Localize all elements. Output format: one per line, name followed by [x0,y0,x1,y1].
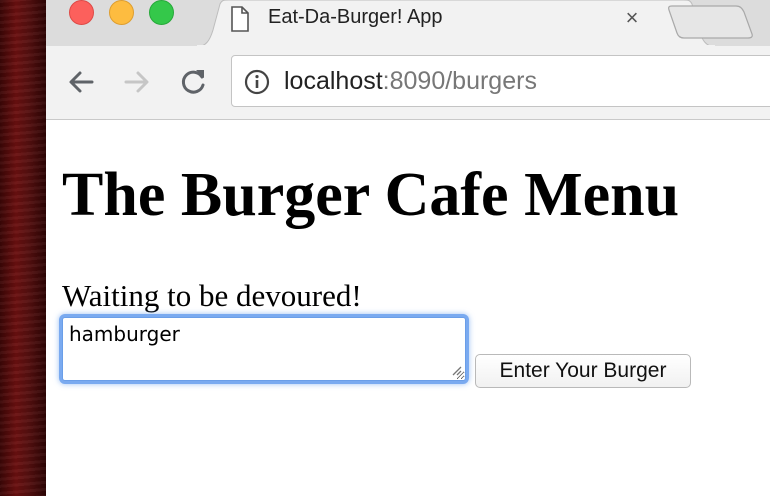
back-arrow-icon[interactable] [65,66,97,98]
browser-toolbar: localhost:8090/burgers [46,46,770,120]
address-bar[interactable]: localhost:8090/burgers [231,55,770,107]
page-title: The Burger Cafe Menu [62,161,680,229]
resize-grip-icon[interactable] [450,364,462,376]
desktop-background [0,0,46,496]
burger-name-input[interactable]: hamburger [62,317,466,381]
page-content: The Burger Cafe Menu Waiting to be devou… [46,120,770,496]
document-icon [230,6,250,37]
tab-title: Eat-Da-Burger! App [268,6,443,28]
reload-icon[interactable] [177,66,209,98]
waiting-label: Waiting to be devoured! [62,278,362,313]
forward-arrow-icon[interactable] [121,66,153,98]
close-tab-icon[interactable]: × [621,7,643,29]
browser-window: Eat-Da-Burger! App × localhost:8090/burg… [46,0,770,496]
close-window-button[interactable] [69,0,94,25]
tab-strip: Eat-Da-Burger! App × [46,0,770,47]
maximize-window-button[interactable] [149,0,174,25]
url-host: localhost [284,67,383,95]
new-tab-button[interactable] [664,0,770,46]
minimize-window-button[interactable] [109,0,134,25]
info-icon[interactable] [244,69,270,100]
enter-burger-button[interactable]: Enter Your Burger [475,354,691,388]
url-path: :8090/burgers [382,67,537,95]
tab-active[interactable]: Eat-Da-Burger! App × [196,0,716,47]
url-text: localhost:8090/burgers [284,67,537,96]
